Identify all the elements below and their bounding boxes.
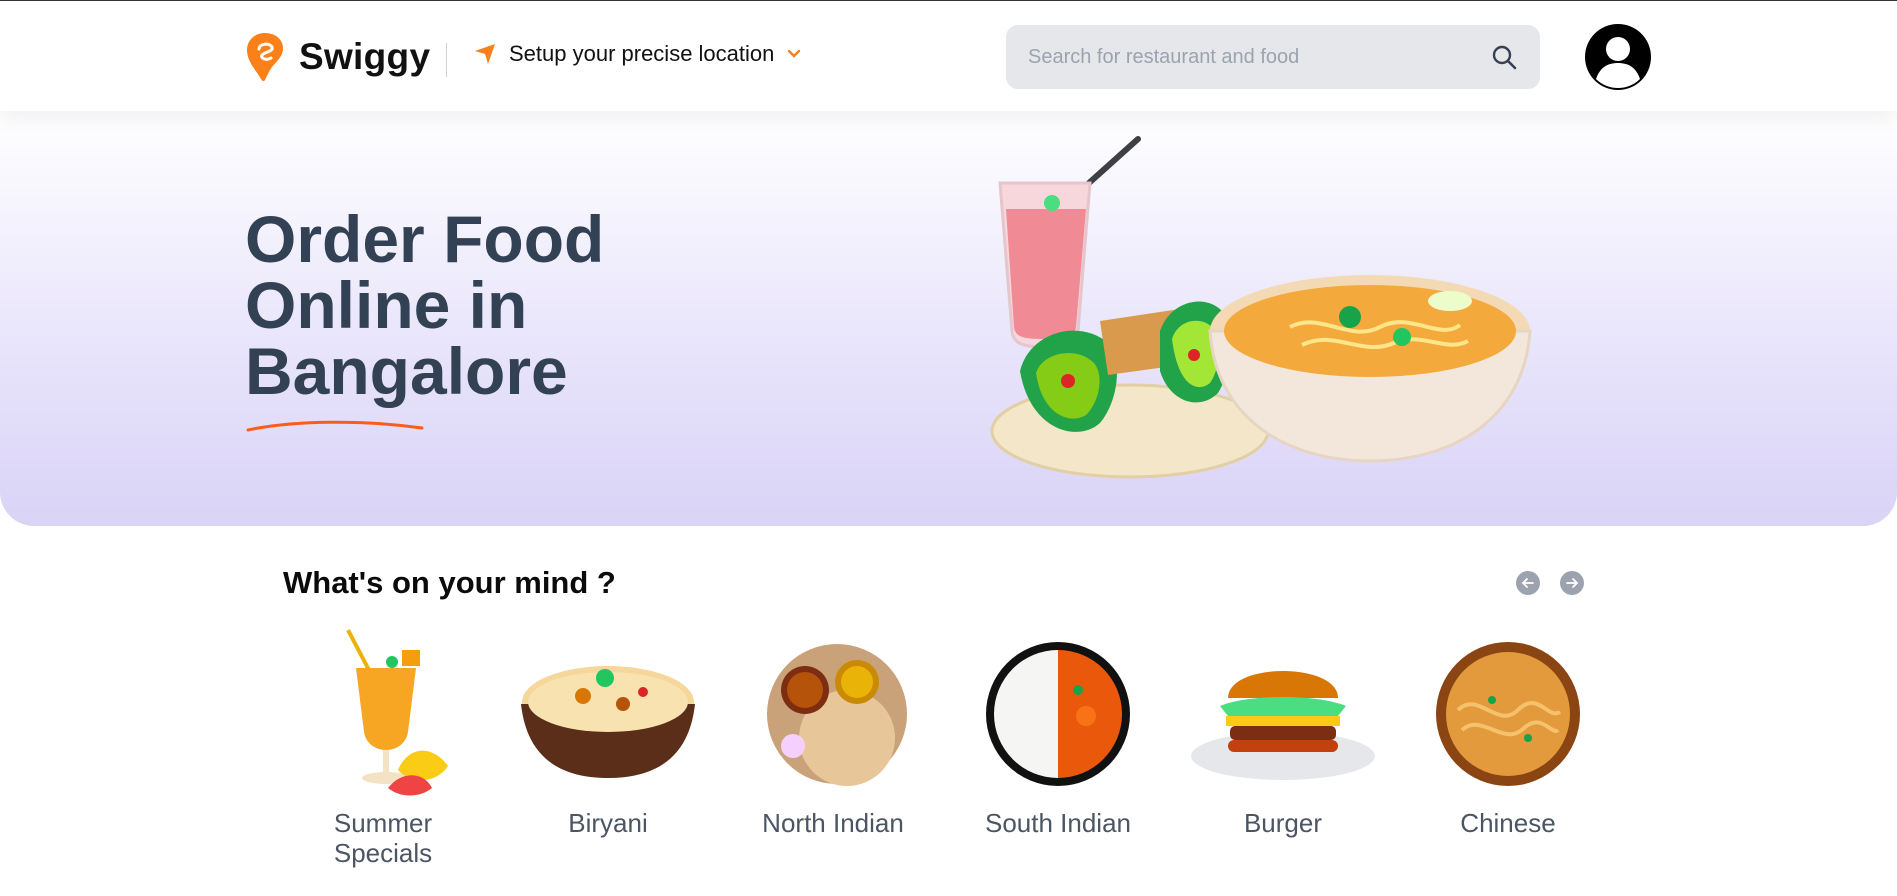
user-avatar-icon[interactable]	[1584, 23, 1652, 91]
cuisine-label: Biryani	[568, 808, 648, 838]
search-input[interactable]	[1028, 45, 1490, 69]
swiggy-logo-icon	[247, 33, 283, 82]
top-header: Swiggy Setup your precise location	[0, 0, 1897, 111]
cuisine-label: North Indian	[762, 808, 904, 838]
biryani-image	[521, 666, 695, 778]
arrow-left-icon	[1521, 578, 1534, 588]
location-label: Setup your precise location	[509, 41, 775, 66]
search-bar	[1006, 25, 1540, 89]
cuisine-label: Chinese	[1460, 808, 1556, 838]
hero-banner: Order Food Online in Bangalore	[0, 111, 1897, 526]
cuisine-carousel: Summer Specials Biryani North Indian Sou…	[283, 620, 1603, 880]
cuisine-label: South Indian	[984, 808, 1131, 838]
cuisine-item[interactable]: South Indian	[958, 620, 1158, 880]
location-arrow-icon	[475, 44, 495, 64]
brand-name: Swiggy	[299, 36, 431, 77]
carousel-next-button[interactable]	[1560, 571, 1584, 595]
cuisine-item[interactable]: Burger	[1183, 620, 1383, 880]
hero-title-line: Order Food	[245, 202, 605, 276]
cuisine-item[interactable]: Biryani	[508, 620, 708, 880]
location-selector[interactable]: Setup your precise location	[473, 41, 802, 67]
hero-title-line: Bangalore	[245, 334, 568, 408]
summer-drink-image	[346, 629, 448, 796]
hero-title-line: Online in	[245, 268, 528, 342]
hero-underline	[246, 420, 424, 432]
north-indian-thali-image	[767, 644, 907, 786]
cuisine-item[interactable]: Chinese	[1408, 620, 1608, 880]
arrow-right-icon	[1566, 578, 1579, 588]
chevron-down-icon	[788, 49, 801, 58]
cuisine-item[interactable]: Summer Specials	[283, 620, 483, 880]
cuisine-label: Summer Specials	[333, 808, 433, 868]
hero-title: Order Food Online in Bangalore	[245, 206, 765, 404]
carousel-prev-button[interactable]	[1516, 571, 1540, 595]
juice-glass-image	[998, 136, 1141, 349]
cuisine-item[interactable]: North Indian	[733, 620, 933, 880]
cuisine-label: Burger	[1243, 808, 1323, 838]
south-indian-plate-image	[986, 642, 1130, 786]
search-icon[interactable]	[1490, 43, 1518, 71]
hero-food-illustration	[990, 136, 1532, 479]
header-divider	[446, 43, 447, 77]
brand-logo[interactable]: Swiggy	[245, 31, 430, 83]
burger-image	[1191, 671, 1375, 780]
chinese-noodles-image	[1436, 642, 1580, 786]
section-title: What's on your mind ?	[283, 565, 616, 600]
